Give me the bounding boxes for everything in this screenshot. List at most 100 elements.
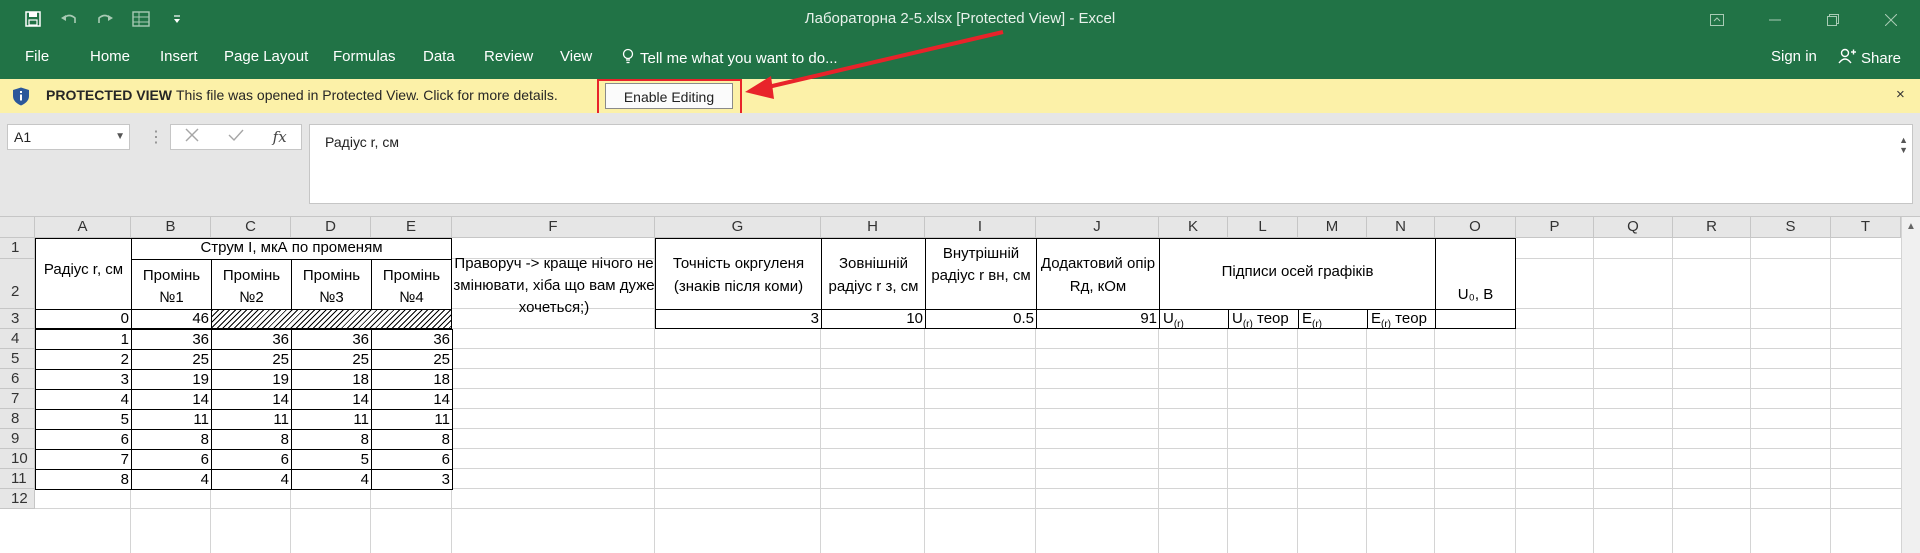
cell-k-axes-header[interactable]: Підписи осей графіків <box>1159 238 1436 310</box>
cell-c9[interactable]: 8 <box>211 429 292 450</box>
cell-c10[interactable]: 6 <box>211 449 292 470</box>
column-header-r[interactable]: R <box>1673 217 1751 238</box>
cell-a8[interactable]: 5 <box>35 409 132 430</box>
cell-f-note[interactable]: Праворуч -> краще нічого не змінювати, х… <box>452 253 656 333</box>
cell-c2-ray2[interactable]: Промінь №2 <box>211 259 292 310</box>
protected-view-message[interactable]: This file was opened in Protected View. … <box>176 87 558 103</box>
hatched-cells-c3-e3[interactable] <box>211 309 452 329</box>
cell-d9[interactable]: 8 <box>291 429 372 450</box>
column-header-l[interactable]: L <box>1228 217 1298 238</box>
cell-b6[interactable]: 19 <box>131 369 212 390</box>
cell-a4[interactable]: 1 <box>35 329 132 350</box>
scroll-up-icon[interactable]: ▲ <box>1906 221 1916 232</box>
cell-n3[interactable]: E(r) теор <box>1367 309 1436 329</box>
tab-review[interactable]: Review <box>484 48 533 65</box>
cell-m3[interactable]: E(r) <box>1298 309 1368 329</box>
cell-e6[interactable]: 18 <box>371 369 453 390</box>
row-header-9[interactable]: 9 <box>0 429 35 449</box>
close-bar-icon[interactable]: × <box>1896 86 1905 103</box>
insert-function-icon[interactable]: fx <box>273 128 287 146</box>
cell-h3[interactable]: 10 <box>821 309 926 329</box>
cell-b5[interactable]: 25 <box>131 349 212 370</box>
column-header-d[interactable]: D <box>291 217 371 238</box>
restore-icon[interactable] <box>1804 0 1862 40</box>
row-header-11[interactable]: 11 <box>0 469 35 489</box>
cell-a1-header[interactable]: Радіус r, см <box>35 238 132 310</box>
cell-b3[interactable]: 46 <box>131 309 212 329</box>
row-header-12[interactable]: 12 <box>0 489 35 509</box>
cell-a9[interactable]: 6 <box>35 429 132 450</box>
cell-i3[interactable]: 0.5 <box>925 309 1037 329</box>
column-header-k[interactable]: K <box>1159 217 1228 238</box>
row-header-3[interactable]: 3 <box>0 309 35 329</box>
column-header-q[interactable]: Q <box>1594 217 1673 238</box>
chevron-down-icon[interactable]: ▼ <box>115 125 125 149</box>
tab-insert[interactable]: Insert <box>160 48 198 65</box>
drag-handle-icon[interactable]: ⋮ <box>148 127 164 147</box>
cell-e4[interactable]: 36 <box>371 329 453 350</box>
column-header-t[interactable]: T <box>1831 217 1901 238</box>
cell-j-extra-header[interactable]: Додактовий опір Rд, кОм <box>1036 238 1160 310</box>
column-header-m[interactable]: M <box>1298 217 1367 238</box>
column-header-c[interactable]: C <box>211 217 291 238</box>
share-button[interactable]: Share <box>1834 45 1906 71</box>
cell-d5[interactable]: 25 <box>291 349 372 370</box>
row-header-10[interactable]: 10 <box>0 449 35 469</box>
cell-e2-ray4[interactable]: Промінь №4 <box>371 259 452 310</box>
vertical-scrollbar[interactable]: ▲ <box>1901 217 1920 553</box>
cell-b11[interactable]: 4 <box>131 469 212 490</box>
cell-d2-ray3[interactable]: Промінь №3 <box>291 259 372 310</box>
cell-d7[interactable]: 14 <box>291 389 372 410</box>
row-header-2[interactable]: 2 <box>0 259 35 309</box>
cell-o3[interactable] <box>1435 309 1516 329</box>
expand-formula-icon[interactable]: ▲ ▼ <box>1899 135 1908 155</box>
tab-home[interactable]: Home <box>90 48 130 65</box>
cell-b10[interactable]: 6 <box>131 449 212 470</box>
cell-d6[interactable]: 18 <box>291 369 372 390</box>
cell-b1-current-header[interactable]: Струм I, мкА по променям <box>131 238 452 260</box>
column-header-g[interactable]: G <box>655 217 821 238</box>
cell-o-u0-header[interactable]: U₀, B <box>1435 238 1516 310</box>
column-header-o[interactable]: O <box>1435 217 1516 238</box>
column-header-h[interactable]: H <box>821 217 925 238</box>
cell-c7[interactable]: 14 <box>211 389 292 410</box>
row-header-1[interactable]: 1 <box>0 238 35 259</box>
select-all-corner[interactable] <box>0 217 35 238</box>
tab-formulas[interactable]: Formulas <box>333 48 396 65</box>
cell-a10[interactable]: 7 <box>35 449 132 470</box>
row-header-7[interactable]: 7 <box>0 389 35 409</box>
close-icon[interactable] <box>1862 0 1920 40</box>
row-header-8[interactable]: 8 <box>0 409 35 429</box>
ribbon-display-icon[interactable] <box>1688 0 1746 40</box>
cell-g3[interactable]: 3 <box>655 309 822 329</box>
cell-a3[interactable]: 0 <box>35 309 132 329</box>
cell-c4[interactable]: 36 <box>211 329 292 350</box>
cell-a7[interactable]: 4 <box>35 389 132 410</box>
cell-l3[interactable]: U(r) теор <box>1228 309 1299 329</box>
cell-d8[interactable]: 11 <box>291 409 372 430</box>
tell-me-box[interactable]: Tell me what you want to do... <box>622 48 838 68</box>
cell-b2-ray1[interactable]: Промінь №1 <box>131 259 212 310</box>
cell-g-precision-header[interactable]: Точність окргуленя (знаків після коми) <box>655 238 822 310</box>
cell-e5[interactable]: 25 <box>371 349 453 370</box>
cell-a5[interactable]: 2 <box>35 349 132 370</box>
cell-e10[interactable]: 6 <box>371 449 453 470</box>
cell-i-inner-header[interactable]: Внутрішній радіус r вн, см <box>925 238 1037 310</box>
column-header-e[interactable]: E <box>371 217 452 238</box>
column-header-j[interactable]: J <box>1036 217 1159 238</box>
cell-c11[interactable]: 4 <box>211 469 292 490</box>
column-header-p[interactable]: P <box>1516 217 1594 238</box>
cell-d10[interactable]: 5 <box>291 449 372 470</box>
tab-page-layout[interactable]: Page Layout <box>224 48 308 65</box>
column-header-a[interactable]: A <box>35 217 131 238</box>
row-header-5[interactable]: 5 <box>0 349 35 369</box>
row-header-4[interactable]: 4 <box>0 329 35 349</box>
tab-file[interactable]: File <box>25 48 49 65</box>
cell-d4[interactable]: 36 <box>291 329 372 350</box>
cell-a6[interactable]: 3 <box>35 369 132 390</box>
name-box[interactable]: A1 ▼ <box>7 124 130 150</box>
cell-b9[interactable]: 8 <box>131 429 212 450</box>
cell-e11[interactable]: 3 <box>371 469 453 490</box>
cancel-icon[interactable] <box>185 128 199 147</box>
cell-h-outer-header[interactable]: Зовнішній радіус r з, см <box>821 238 926 310</box>
